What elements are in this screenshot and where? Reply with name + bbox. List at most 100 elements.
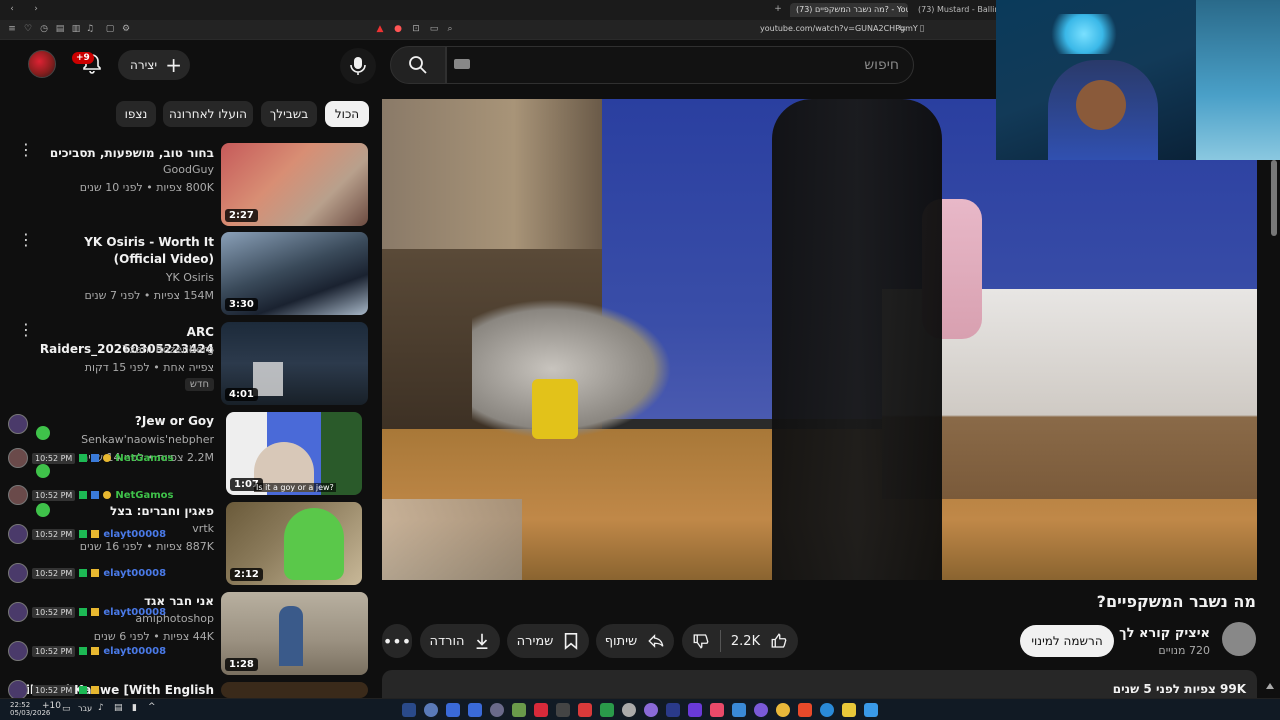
chat-username[interactable]: elayt00008 — [103, 607, 166, 618]
edge-browser-icon[interactable] — [820, 703, 834, 717]
url-text[interactable]: youtube.com/watch?v=GUNA2CHPgmY — [760, 24, 918, 33]
chip-for-you[interactable]: בשבילך — [261, 101, 317, 127]
account-avatar[interactable] — [28, 50, 56, 78]
chip-all[interactable]: הכול — [325, 101, 369, 127]
brave-browser-icon[interactable] — [798, 703, 812, 717]
taskbar-app-icon[interactable] — [732, 703, 746, 717]
taskbar-app-icon[interactable] — [754, 703, 768, 717]
taskbar-app-icon[interactable] — [556, 703, 570, 717]
taskbar-app-icon[interactable] — [402, 703, 416, 717]
volume-icon[interactable]: ♪ — [98, 703, 104, 713]
taskbar-app-icon[interactable] — [776, 703, 790, 717]
thumbnail-7[interactable] — [221, 682, 368, 698]
tab-mustard[interactable]: (73) Mustard - Ballin' ft. Roddy Ricch — [912, 3, 996, 17]
more-actions-button[interactable]: ••• — [382, 624, 412, 658]
sub-badge-icon — [91, 608, 100, 616]
channel-avatar[interactable] — [1222, 622, 1256, 656]
notification-badge: +9 — [72, 52, 94, 64]
network-icon[interactable]: ▤ — [114, 703, 123, 713]
new-tab-icon[interactable]: + — [772, 3, 784, 15]
brave-shield-icon[interactable]: ● — [392, 23, 404, 35]
chat-username[interactable]: elayt00008 — [103, 646, 166, 657]
taskbar-app-icon[interactable] — [424, 703, 438, 717]
taskbar-app-icon[interactable] — [490, 703, 504, 717]
more-options-icon[interactable]: ⋮ — [18, 142, 34, 165]
recommendation-channel-1[interactable]: GoodGuy — [34, 163, 214, 176]
tray-expand-icon[interactable]: ^ — [148, 702, 156, 712]
recommendation-channel-2[interactable]: YK Osiris — [34, 271, 214, 284]
thumbnail-3[interactable]: 4:01 — [221, 322, 368, 405]
keyboard-icon[interactable] — [454, 59, 470, 69]
channel-name[interactable]: איציק קורא לך — [1119, 626, 1210, 641]
thumbnail-6[interactable]: 1:28 — [221, 592, 368, 675]
taskbar-app-icon[interactable] — [600, 703, 614, 717]
tab-youtube-active[interactable]: (73) מה נשבר המשקפיים? - YouTube — [790, 3, 908, 17]
taskbar-app-icon[interactable] — [512, 703, 526, 717]
download-button[interactable]: הורדה — [420, 624, 500, 658]
scroll-up-arrow-icon[interactable] — [1266, 683, 1274, 689]
heart-icon[interactable]: ♡ — [22, 23, 34, 35]
screen-icon[interactable]: ▭ — [428, 23, 440, 35]
back-icon[interactable]: ‹ — [6, 3, 18, 15]
language-indicator[interactable]: עבר — [78, 704, 92, 713]
more-options-icon[interactable]: ⋮ — [18, 322, 34, 345]
taskbar-app-icon[interactable] — [688, 703, 702, 717]
recommendation-title-1[interactable]: בחור טוב, מושפעות, תסביכים — [34, 145, 214, 162]
like-count[interactable]: 2.2K — [731, 634, 760, 649]
page-scrollbar-thumb[interactable] — [1271, 160, 1277, 236]
bookmark-icon[interactable]: ▯ — [916, 23, 928, 35]
search-button[interactable] — [390, 46, 446, 84]
share-button[interactable]: שיתוף — [596, 624, 674, 658]
chip-recently-uploaded[interactable]: הועלו לאחרונה — [163, 101, 253, 127]
clock-icon[interactable]: ◷ — [38, 23, 50, 35]
save-button[interactable]: שמירה — [507, 624, 589, 658]
sidebar-icon[interactable]: ▥ — [70, 23, 82, 35]
warning-icon[interactable]: ▲ — [374, 23, 386, 35]
taskbar-app-icon[interactable] — [468, 703, 482, 717]
zoom-icon[interactable]: ⌕ — [444, 23, 456, 35]
weather-temp[interactable]: +10 — [42, 701, 61, 711]
recommendation-title-5[interactable]: פאגין וחברים: בצל — [34, 503, 214, 520]
chip-label: הכול — [334, 107, 360, 121]
thumbnail-5[interactable]: 2:12 — [226, 502, 362, 585]
video-player[interactable] — [382, 99, 1257, 580]
puzzle-icon[interactable]: ⚙ — [120, 23, 132, 35]
panel-icon[interactable]: ▤ — [54, 23, 66, 35]
thumbnail-4[interactable]: 1:07 Is it a goy or a jew? — [226, 412, 362, 495]
chat-username[interactable]: elayt00008 — [103, 529, 166, 540]
taskbar-app-icon[interactable] — [666, 703, 680, 717]
create-button[interactable]: יצירה + — [118, 50, 190, 80]
file-explorer-icon[interactable] — [842, 703, 856, 717]
taskbar-app-icon[interactable] — [578, 703, 592, 717]
chat-username[interactable]: elayt00008 — [103, 568, 166, 579]
recommendation-channel-4[interactable]: Senkaw'naowis'nebpher — [34, 433, 214, 446]
windows-start-icon[interactable] — [864, 703, 878, 717]
chat-username[interactable]: NetGamos — [115, 490, 173, 501]
more-options-icon[interactable]: ⋮ — [18, 232, 34, 255]
thumbnail-1[interactable]: 2:27 — [221, 143, 368, 226]
taskbar-app-icon[interactable] — [446, 703, 460, 717]
notification-tray-icon[interactable]: ▭ — [62, 704, 71, 714]
battery-icon[interactable]: ▮ — [132, 703, 137, 713]
recommendation-title-2[interactable]: YK Osiris - Worth It (Official Video) — [34, 234, 214, 268]
recommendation-channel-3[interactable]: Tzahi Rozenberg — [34, 343, 214, 356]
window-icon[interactable]: ▢ — [104, 23, 116, 35]
chat-username[interactable]: NetGamos — [115, 453, 173, 464]
music-icon[interactable]: ♫ — [84, 23, 96, 35]
taskbar-app-icon[interactable] — [710, 703, 724, 717]
thumbnail-2[interactable]: 3:30 — [221, 232, 368, 315]
taskbar-app-icon[interactable] — [534, 703, 548, 717]
translate-icon[interactable]: ⇆ — [896, 23, 908, 35]
recommendation-title-4[interactable]: Jew or Goy? — [34, 413, 214, 430]
voice-search-button[interactable] — [340, 48, 376, 84]
taskbar-app-icon[interactable] — [622, 703, 636, 717]
taskbar-app-icon[interactable] — [644, 703, 658, 717]
dislike-icon[interactable] — [692, 632, 710, 650]
forward-icon[interactable]: › — [30, 3, 42, 15]
cast-icon[interactable]: ⊡ — [410, 23, 422, 35]
search-input[interactable] — [446, 46, 914, 84]
chip-watched[interactable]: נצפו — [116, 101, 156, 127]
subscribe-button[interactable]: הרשמה למינוי — [1020, 625, 1114, 657]
menu-icon[interactable]: ≡ — [6, 23, 18, 35]
like-icon[interactable] — [770, 632, 788, 650]
